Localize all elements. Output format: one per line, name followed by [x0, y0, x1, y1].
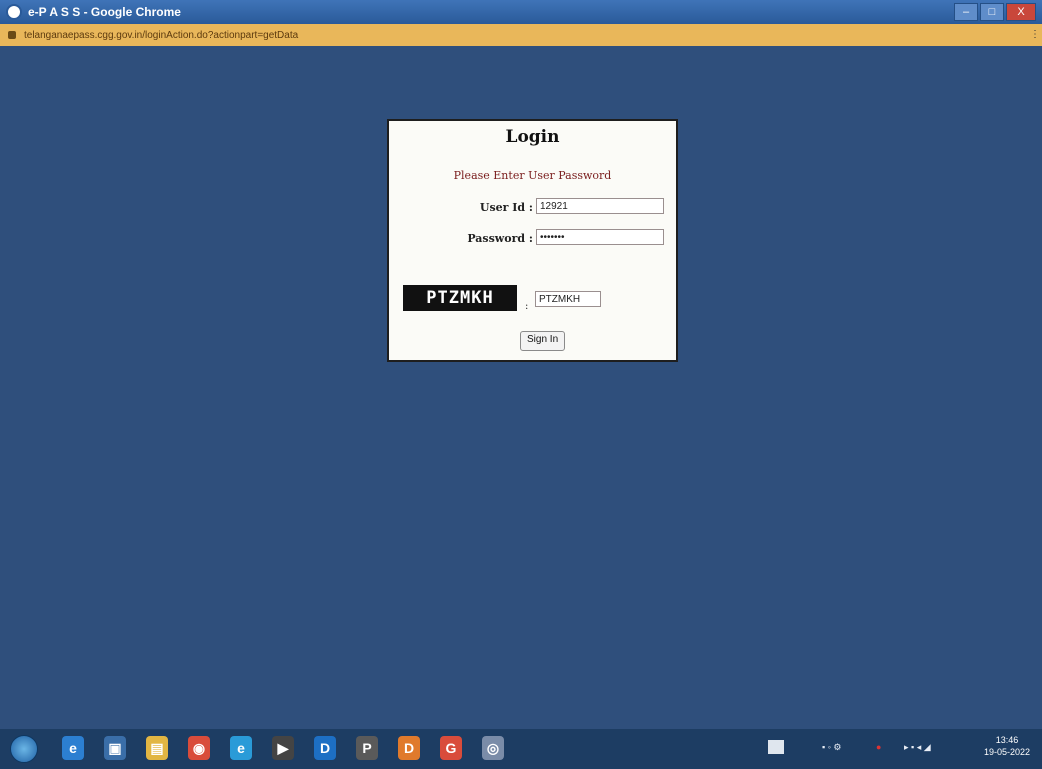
- address-bar[interactable]: telanganaepass.cgg.gov.in/loginAction.do…: [0, 24, 1042, 46]
- clock-date: 19-05-2022: [983, 747, 1030, 757]
- login-card: Login Please Enter User Password User Id…: [387, 119, 678, 362]
- window-controls: – □ X: [954, 3, 1036, 21]
- title-bar: e-P A S S - Google Chrome – □ X: [0, 0, 1042, 24]
- tray-alert-icon[interactable]: ●: [876, 742, 881, 752]
- maximize-button[interactable]: □: [980, 3, 1004, 21]
- lock-icon: [8, 31, 16, 39]
- login-subtitle: Please Enter User Password: [453, 169, 612, 182]
- tray-icons[interactable]: ▸ ▪ ◂ ◢: [904, 742, 931, 753]
- menu-icon[interactable]: ⋮: [1030, 30, 1040, 40]
- login-heading: Login: [505, 127, 560, 147]
- url-text[interactable]: telanganaepass.cgg.gov.in/loginAction.do…: [24, 30, 298, 41]
- app-p-icon[interactable]: P: [356, 736, 378, 760]
- sign-in-button[interactable]: Sign In: [520, 331, 566, 351]
- taskbar: e ▣ ▤ ◉ e ▶ D P D G ◎ ▪ ◦ ⚙ ● ▸ ▪ ◂ ◢ 13:46 19-05-…: [0, 729, 1042, 769]
- folder-icon[interactable]: ▤: [146, 736, 168, 760]
- chrome-icon[interactable]: ◉: [188, 736, 210, 760]
- captcha-image: PTZMKH: [403, 285, 517, 311]
- app-g-icon[interactable]: ◎: [482, 736, 504, 760]
- minimize-button[interactable]: –: [954, 3, 978, 21]
- start-button[interactable]: [10, 735, 38, 763]
- close-button[interactable]: X: [1006, 3, 1036, 21]
- app-o-icon[interactable]: D: [398, 736, 420, 760]
- captcha-input[interactable]: PTZMKH: [535, 291, 601, 307]
- window-title: e-P A S S - Google Chrome: [28, 5, 181, 19]
- user-id-label: User Id :: [479, 201, 533, 214]
- ie-icon[interactable]: e: [62, 736, 84, 760]
- clock-time: 13:46: [995, 735, 1019, 745]
- user-id-input[interactable]: 12921: [536, 198, 664, 214]
- tray-network-icon[interactable]: ▪ ◦ ⚙: [822, 742, 841, 753]
- system-clock[interactable]: 13:46 19-05-2022: [984, 734, 1030, 758]
- app-d-icon[interactable]: D: [314, 736, 336, 760]
- media-icon[interactable]: ▶: [272, 736, 294, 760]
- store-icon[interactable]: ▣: [104, 736, 126, 760]
- chrome-app-icon: [6, 4, 22, 20]
- password-label: Password :: [467, 232, 533, 245]
- password-input[interactable]: •••••••: [536, 229, 664, 245]
- chrome-active-icon[interactable]: G: [440, 736, 462, 760]
- captcha-separator: :: [525, 301, 529, 312]
- tray-window-icon[interactable]: [768, 740, 784, 754]
- edge-icon[interactable]: e: [230, 736, 252, 760]
